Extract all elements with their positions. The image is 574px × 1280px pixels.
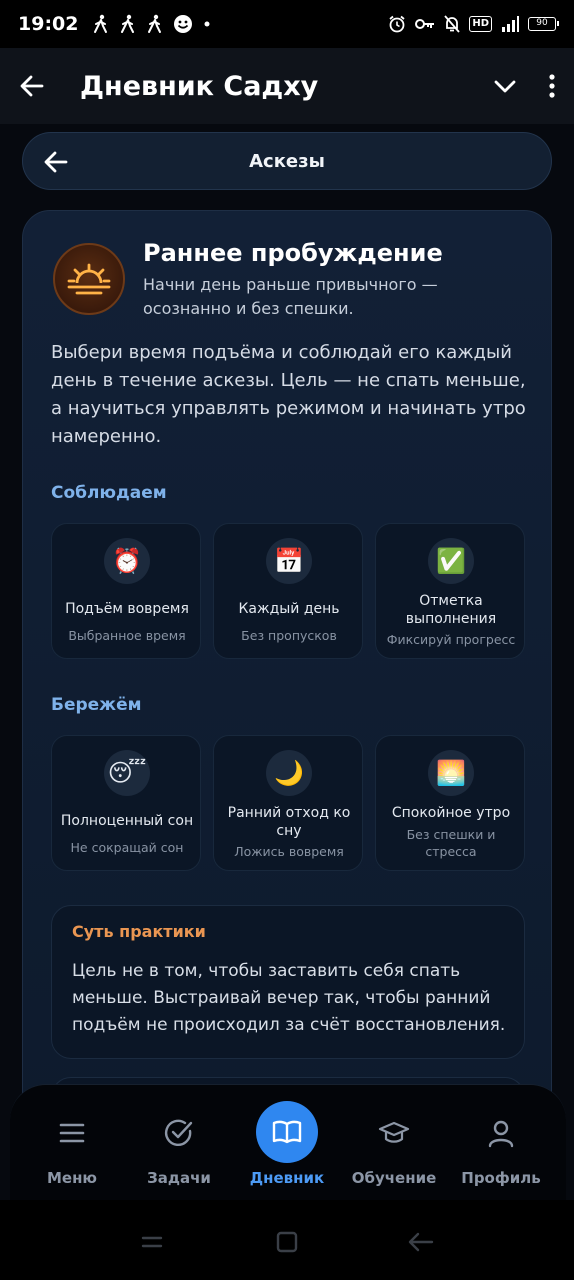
practice-title: Раннее пробуждение (143, 239, 443, 267)
open-book-icon (272, 1120, 302, 1144)
calendar-icon: 📅 (266, 538, 312, 584)
mute-bell-icon (444, 15, 461, 33)
battery-icon: 90 (528, 17, 559, 31)
back-icon[interactable] (408, 1231, 434, 1253)
nav-label: Задачи (147, 1169, 211, 1187)
key-icon (415, 19, 435, 29)
signal-icon (502, 16, 519, 32)
app-title: Дневник Садху (80, 70, 319, 102)
observe-tile-wakeup: ⏰ Подъём вовремя Выбранное время (51, 523, 201, 659)
nav-label: Обучение (351, 1169, 437, 1187)
nav-label: Дневник (249, 1169, 325, 1187)
practice-subtitle: Начни день раньше привычного — осознанно… (143, 275, 438, 318)
walking-icon (121, 14, 135, 33)
observe-tile-daily: 📅 Каждый день Без пропусков (213, 523, 363, 659)
nav-label: Профиль (461, 1169, 541, 1187)
nav-item-learning[interactable]: Обучение (344, 1085, 444, 1201)
chevron-down-icon[interactable] (492, 73, 518, 99)
tile-subtitle: Без пропусков (241, 628, 337, 643)
observe-section-label: Соблюдаем (51, 483, 167, 503)
practice-card: Раннее пробуждение Начни день раньше при… (22, 210, 552, 1210)
system-navigation-bar (0, 1200, 574, 1280)
tile-subtitle: Ложись вовремя (234, 844, 344, 859)
tile-subtitle: Фиксируй прогресс (386, 632, 516, 647)
protect-tile-early-bed: 🌙 Ранний отход ко сну Ложись вовремя (213, 735, 363, 871)
network-type-badge: HD (469, 16, 492, 32)
essence-card: Суть практики Цель не в том, чтобы заста… (51, 905, 525, 1059)
tile-subtitle: Без спешки и стресса (406, 827, 496, 859)
nav-item-profile[interactable]: Профиль (451, 1085, 551, 1201)
back-arrow-icon[interactable] (41, 147, 71, 177)
tile-title: Каждый день (238, 601, 340, 617)
nav-item-menu[interactable]: Меню (22, 1085, 122, 1201)
essence-title: Суть практики (72, 922, 206, 941)
practice-description: Выбери время подъёма и соблюдай его кажд… (51, 342, 526, 447)
alarm-icon (389, 15, 405, 33)
moon-icon: 🌙 (266, 750, 312, 796)
walking-icon (148, 14, 162, 33)
user-icon (488, 1120, 514, 1148)
tile-subtitle: Выбранное время (68, 628, 186, 643)
walking-icon (94, 14, 108, 33)
section-title: Аскезы (249, 150, 325, 172)
recent-apps-icon[interactable] (140, 1232, 164, 1252)
sunrise-icon (53, 243, 125, 315)
nav-item-diary[interactable]: Дневник (237, 1085, 337, 1201)
tile-title: Ранний отход ко сну (227, 805, 351, 839)
status-time: 19:02 (18, 13, 79, 35)
status-bar: 19:02 HD 90 (0, 0, 574, 48)
status-notifications (92, 14, 212, 34)
nav-item-tasks[interactable]: Задачи (129, 1085, 229, 1201)
dot-icon (204, 21, 210, 27)
smiley-icon (174, 15, 193, 33)
tile-title: Подъём вовремя (65, 601, 189, 617)
alarm-clock-icon: ⏰ (104, 538, 150, 584)
graduation-cap-icon (378, 1121, 410, 1143)
sleeping-face-icon: 😴 (104, 750, 150, 796)
tile-title: Полноценный сон (60, 813, 194, 829)
app-bar: Дневник Садху (0, 48, 574, 124)
status-system-icons: HD 90 (388, 15, 559, 33)
main-content: Аскезы Раннее пробуждение Начни день ран… (0, 124, 574, 1210)
back-arrow-icon[interactable] (18, 72, 46, 100)
protect-tile-calm-morning: 🌅 Спокойное утро Без спешки и стресса (375, 735, 525, 871)
tile-subtitle: Не сокращай сон (70, 840, 184, 855)
section-header-pill: Аскезы (22, 132, 552, 190)
checkmark-icon: ✅ (428, 538, 474, 584)
more-vertical-icon[interactable] (548, 73, 556, 99)
protect-tile-sleep: 😴 Полноценный сон Не сокращай сон (51, 735, 201, 871)
bottom-navigation: Меню Задачи Дневник Обучение Профиль (10, 1084, 566, 1200)
nav-active-indicator (256, 1101, 318, 1163)
sunrise-icon: 🌅 (428, 750, 474, 796)
nav-label: Меню (46, 1169, 98, 1187)
menu-icon (59, 1123, 85, 1143)
tile-title: Спокойное утро (391, 805, 511, 821)
home-icon[interactable] (276, 1231, 298, 1253)
essence-text: Цель не в том, чтобы заставить себя спат… (72, 961, 506, 1035)
check-circle-icon (164, 1119, 193, 1147)
observe-tile-checkmark: ✅ Отметка выполнения Фиксируй прогресс (375, 523, 525, 659)
tile-title: Отметка выполнения (405, 593, 497, 627)
protect-section-label: Бережём (51, 695, 142, 715)
